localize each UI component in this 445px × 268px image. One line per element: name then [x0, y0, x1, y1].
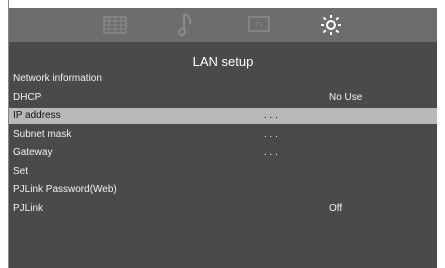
- menu-row-value: Off: [329, 202, 343, 214]
- menu-row-pjlink[interactable]: PJLink Off: [9, 201, 437, 217]
- picture-grid-icon[interactable]: [101, 12, 129, 38]
- menu-row-pjlink-password-web[interactable]: PJLink Password(Web): [9, 182, 437, 198]
- menu-row-label: Set: [13, 165, 29, 177]
- menu-row-label: DHCP: [13, 91, 42, 103]
- lan-setup-menu: TV LAN setup Network information DHCP No U…: [9, 8, 437, 268]
- menu-row-label: IP address: [13, 110, 61, 121]
- menu-row-value: No Use: [329, 91, 363, 103]
- page-title: LAN setup: [192, 54, 254, 69]
- menu-row-label: Network information: [13, 73, 102, 84]
- menu-row-set[interactable]: Set: [9, 164, 437, 180]
- menu-row-value: . . .: [264, 110, 278, 121]
- menu-row-ip-address[interactable]: IP address . . .: [9, 108, 437, 124]
- menu-row-label: PJLink Password(Web): [13, 184, 117, 195]
- top-tab-bar: TV: [9, 8, 437, 42]
- menu-row-label: Gateway: [13, 147, 53, 158]
- menu-row-value: . . .: [264, 147, 278, 158]
- menu-row-subnet-mask[interactable]: Subnet mask . . .: [9, 127, 437, 143]
- menu-row-label: Subnet mask: [13, 128, 72, 140]
- menu-row-label: PJLink: [13, 202, 44, 214]
- menu-row-network-information[interactable]: Network information: [9, 71, 437, 87]
- menu-row-gateway[interactable]: Gateway . . .: [9, 145, 437, 161]
- tv-icon[interactable]: TV: [245, 12, 273, 38]
- settings-gear-icon[interactable]: [317, 12, 345, 38]
- audio-note-icon[interactable]: [173, 12, 201, 38]
- menu-row-value: . . .: [264, 128, 278, 140]
- menu-row-dhcp[interactable]: DHCP No Use: [9, 90, 437, 106]
- svg-text:TV: TV: [255, 22, 264, 29]
